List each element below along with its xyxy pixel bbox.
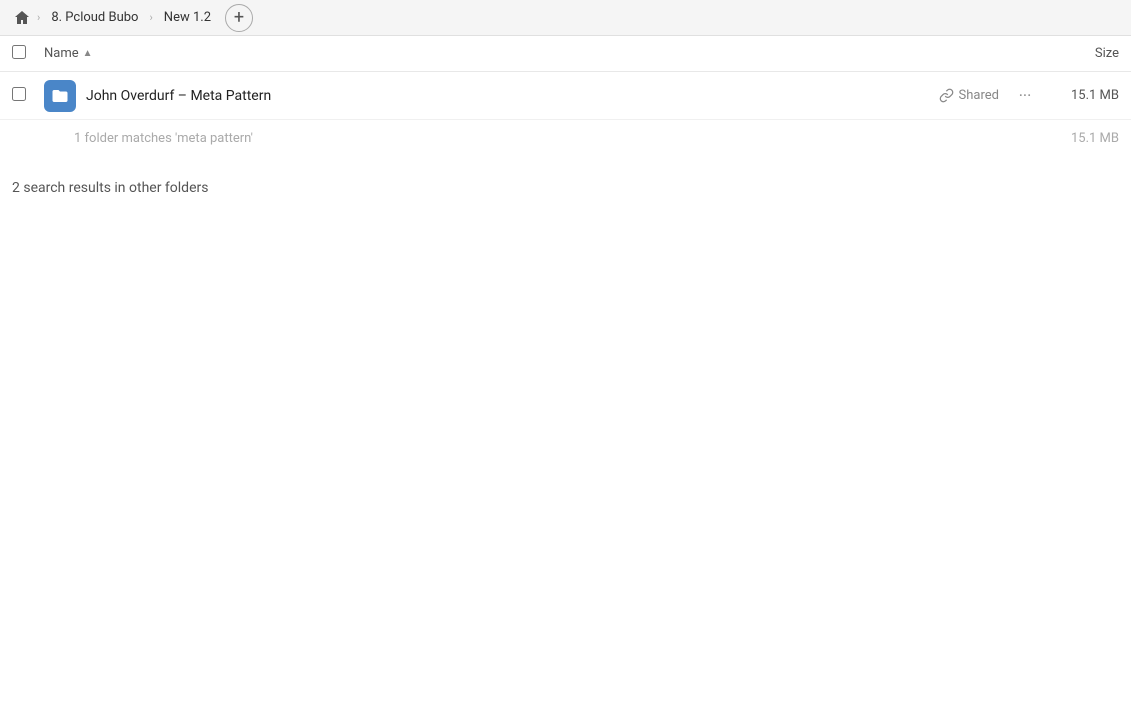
select-all-checkbox-container[interactable] [12, 45, 36, 63]
home-button[interactable] [8, 4, 36, 32]
file-actions: Shared ··· [939, 82, 1039, 110]
file-size-value: 15.1 MB [1039, 88, 1119, 103]
sort-arrow-icon: ▲ [83, 48, 93, 59]
file-name-label: John Overdurf – Meta Pattern [86, 88, 939, 104]
breadcrumb-new-1-2[interactable]: New 1.2 [154, 4, 221, 32]
file-checkbox-container[interactable] [12, 87, 36, 105]
other-folders-label: 2 search results in other folders [12, 180, 208, 196]
topbar: › 8. Pcloud Bubo › New 1.2 + [0, 0, 1131, 36]
select-all-checkbox[interactable] [12, 45, 26, 59]
shared-badge: Shared [939, 88, 999, 103]
more-options-button[interactable]: ··· [1011, 82, 1039, 110]
summary-size: 15.1 MB [1039, 131, 1119, 146]
name-column-header[interactable]: Name ▲ [44, 46, 1039, 61]
summary-row: 1 folder matches 'meta pattern' 15.1 MB [0, 120, 1131, 156]
file-checkbox[interactable] [12, 87, 26, 101]
shared-label: Shared [959, 88, 999, 103]
breadcrumb-separator-2: › [149, 11, 152, 24]
column-headers: Name ▲ Size [0, 36, 1131, 72]
size-column-header[interactable]: Size [1039, 46, 1119, 61]
other-folders-section: 2 search results in other folders [0, 156, 1131, 208]
folder-icon [44, 80, 76, 112]
summary-text: 1 folder matches 'meta pattern' [74, 131, 253, 146]
file-row[interactable]: John Overdurf – Meta Pattern Shared ··· … [0, 72, 1131, 120]
breadcrumb-separator-1: › [37, 11, 40, 24]
add-button[interactable]: + [225, 4, 253, 32]
breadcrumb-pcloud-bubo[interactable]: 8. Pcloud Bubo [41, 4, 148, 32]
